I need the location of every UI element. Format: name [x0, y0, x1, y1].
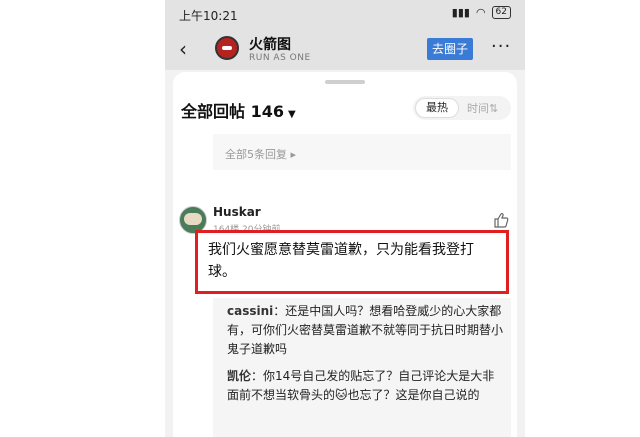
- status-time: 上午10:21: [179, 9, 238, 23]
- caret-down-icon: ▼: [287, 109, 296, 120]
- previous-replies-box: 全部5条回复 ▸: [213, 134, 511, 170]
- drag-handle[interactable]: [325, 80, 365, 84]
- sub-reply-text: ：你14号自己发的贴忘了？自己评论大是大非面前不想当软骨头的🐱也忘了？这是你自己…: [227, 369, 495, 402]
- sub-reply[interactable]: 凯伦：你14号自己发的贴忘了？自己评论大是大非面前不想当软骨头的🐱也忘了？这是你…: [227, 367, 503, 405]
- all-replies-link[interactable]: 全部5条回复 ▸: [225, 146, 296, 162]
- wifi-icon: ◠: [475, 6, 486, 19]
- sub-reply[interactable]: cassini：还是中国人吗？想看哈登威少的心大家都有，可你们火密替莫雷道歉不就…: [227, 302, 503, 359]
- replies-sheet: 全部回帖 146▼ 最热 时间⇅ 全部5条回复 ▸ Huskar 164楼 20…: [173, 72, 517, 437]
- replies-count-title: 全部回帖 146: [181, 102, 284, 121]
- sub-reply-username[interactable]: 凯伦: [227, 369, 251, 383]
- team-logo-icon: [215, 36, 239, 60]
- post-content: 我们火蜜愿意替莫雷道歉，只为能看我登打球。: [208, 242, 474, 280]
- status-bar: 上午10:21 ▮▮▮ ◠ 62: [165, 0, 525, 28]
- thumbs-up-icon[interactable]: [493, 212, 509, 228]
- signal-icon: ▮▮▮: [451, 6, 470, 19]
- replies-count-dropdown[interactable]: 全部回帖 146 ▼: [181, 98, 296, 122]
- sort-hot-button[interactable]: 最热: [415, 98, 459, 118]
- more-icon[interactable]: ···: [491, 36, 511, 57]
- go-circle-button[interactable]: 去圈子: [427, 38, 473, 60]
- highlighted-post-box: 我们火蜜愿意替莫雷道歉，只为能看我登打球。: [195, 230, 509, 294]
- sort-toggle: 最热 时间⇅: [413, 96, 511, 120]
- sub-replies-box: cassini：还是中国人吗？想看哈登威少的心大家都有，可你们火密替莫雷道歉不就…: [213, 298, 511, 437]
- post-username[interactable]: Huskar: [213, 205, 261, 219]
- battery-icon: 62: [491, 6, 511, 19]
- status-icons: ▮▮▮ ◠ 62: [452, 6, 511, 19]
- sort-time-button[interactable]: 时间⇅: [467, 100, 498, 116]
- nav-bar: ‹ 火箭图 RUN AS ONE 去圈子 ···: [165, 28, 525, 70]
- circle-title: 火箭图: [249, 37, 291, 53]
- back-button[interactable]: ‹: [179, 37, 187, 61]
- phone-screen: 上午10:21 ▮▮▮ ◠ 62 ‹ 火箭图 RUN AS ONE 去圈子 ··…: [165, 0, 525, 437]
- circle-subtitle: RUN AS ONE: [249, 53, 311, 63]
- sub-reply-username[interactable]: cassini: [227, 304, 273, 318]
